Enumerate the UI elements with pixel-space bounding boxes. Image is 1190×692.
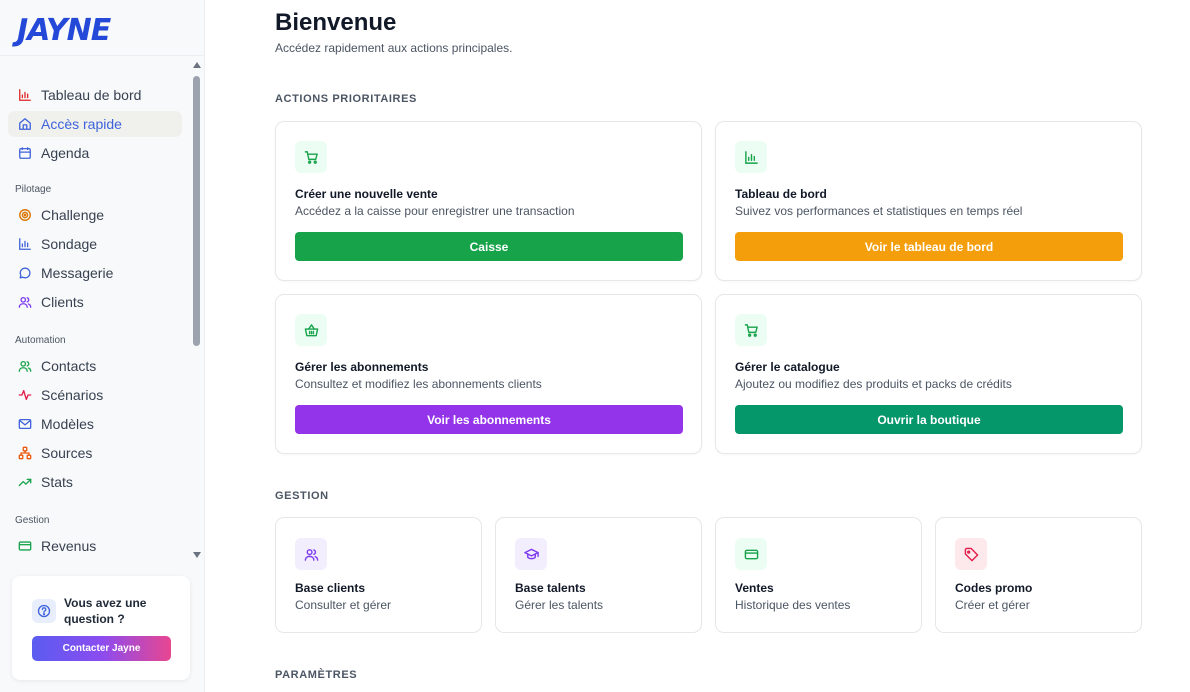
sidebar-item-label: Modèles xyxy=(41,416,94,432)
bar-chart-icon xyxy=(18,88,32,102)
open-shop-button[interactable]: Ouvrir la boutique xyxy=(735,405,1123,434)
action-card-catalogue: Gérer le catalogue Ajoutez ou modifiez d… xyxy=(715,294,1142,454)
card-title: Gérer le catalogue xyxy=(735,360,840,374)
sidebar-item-label: Messagerie xyxy=(41,265,114,281)
card-description: Ajoutez ou modifiez des produits et pack… xyxy=(735,377,1012,391)
trending-up-icon xyxy=(18,475,32,489)
section-label-gestion: Gestion xyxy=(15,515,50,526)
sidebar-item-label: Sources xyxy=(41,445,93,461)
sidebar-item-label: Scénarios xyxy=(41,387,104,403)
card-description: Consulter et gérer xyxy=(295,598,392,612)
card-title: Ventes xyxy=(735,581,774,595)
action-card-subscriptions: Gérer les abonnements Consultez et modif… xyxy=(275,294,702,454)
action-card-new-sale: Créer une nouvelle vente Accédez a la ca… xyxy=(275,121,702,281)
help-card: Vous avez une question ? Contacter Jayne xyxy=(12,576,190,680)
scroll-thumb[interactable] xyxy=(193,76,200,346)
card-ventes[interactable]: Ventes Historique des ventes xyxy=(715,517,922,633)
bar-chart-icon xyxy=(18,237,32,251)
section-title-priority: ACTIONS PRIORITAIRES xyxy=(275,93,417,105)
view-subscriptions-button[interactable]: Voir les abonnements xyxy=(295,405,683,434)
shopping-cart-icon xyxy=(295,141,327,173)
graduation-cap-icon xyxy=(515,538,547,570)
sidebar-item-scenarios[interactable]: Scénarios xyxy=(8,382,182,408)
card-title: Gérer les abonnements xyxy=(295,360,429,374)
card-title: Tableau de bord xyxy=(735,187,827,201)
section-label-pilotage: Pilotage xyxy=(15,184,52,195)
sidebar-item-sources[interactable]: Sources xyxy=(8,440,182,466)
question-circle-icon xyxy=(32,599,56,623)
action-card-dashboard: Tableau de bord Suivez vos performances … xyxy=(715,121,1142,281)
mail-icon xyxy=(18,417,32,431)
help-text: Vous avez une question ? xyxy=(64,596,147,626)
sidebar-item-label: Accès rapide xyxy=(41,116,122,132)
sidebar-item-label: Tableau de bord xyxy=(41,87,142,103)
basket-icon xyxy=(295,314,327,346)
card-title: Créer une nouvelle vente xyxy=(295,187,438,201)
view-dashboard-button[interactable]: Voir le tableau de bord xyxy=(735,232,1123,261)
card-description: Historique des ventes xyxy=(735,598,851,612)
sidebar-item-acces-rapide[interactable]: Accès rapide xyxy=(8,111,182,137)
sidebar: JAYNE Tableau de bord Accès rapide Agend… xyxy=(0,0,205,692)
contact-jayne-button[interactable]: Contacter Jayne xyxy=(32,636,171,661)
caisse-button[interactable]: Caisse xyxy=(295,232,683,261)
users-icon xyxy=(18,295,32,309)
sidebar-item-label: Clients xyxy=(41,294,84,310)
card-title: Base clients xyxy=(295,581,366,595)
logo[interactable]: JAYNE xyxy=(17,13,111,48)
bar-chart-icon xyxy=(735,141,767,173)
section-label-automation: Automation xyxy=(15,335,66,346)
section-title-parametres: PARAMÈTRES xyxy=(275,669,358,681)
sidebar-item-label: Revenus xyxy=(41,538,97,554)
sidebar-item-contacts[interactable]: Contacts xyxy=(8,353,182,379)
tag-icon xyxy=(955,538,987,570)
card-codes-promo[interactable]: Codes promo Créer et gérer xyxy=(935,517,1142,633)
card-description: Suivez vos performances et statistiques … xyxy=(735,204,1023,218)
shopping-cart-icon xyxy=(735,314,767,346)
sidebar-item-modeles[interactable]: Modèles xyxy=(8,411,182,437)
sidebar-item-label: Agenda xyxy=(41,145,90,161)
users-icon xyxy=(295,538,327,570)
sidebar-item-sondage[interactable]: Sondage xyxy=(8,231,182,257)
card-title: Codes promo xyxy=(955,581,1033,595)
card-description: Consultez et modifiez les abonnements cl… xyxy=(295,377,542,391)
app: JAYNE Tableau de bord Accès rapide Agend… xyxy=(0,0,1190,692)
section-title-gestion: GESTION xyxy=(275,490,329,502)
users-icon xyxy=(18,359,32,373)
calendar-icon xyxy=(18,146,32,160)
network-icon xyxy=(18,446,32,460)
chat-bubble-icon xyxy=(18,266,32,280)
sidebar-item-label: Sondage xyxy=(41,236,98,252)
scroll-down-arrow-icon[interactable] xyxy=(193,552,201,558)
sidebar-item-challenge[interactable]: Challenge xyxy=(8,202,182,228)
target-icon xyxy=(18,208,32,222)
card-description: Accédez a la caisse pour enregistrer une… xyxy=(295,204,575,218)
home-icon xyxy=(18,117,32,131)
sidebar-item-label: Contacts xyxy=(41,358,97,374)
divider xyxy=(0,55,204,56)
card-description: Créer et gérer xyxy=(955,598,1030,612)
sidebar-item-label: Stats xyxy=(41,474,73,490)
activity-icon xyxy=(18,388,32,402)
page-title: Bienvenue xyxy=(275,9,397,36)
sidebar-item-revenus[interactable]: Revenus xyxy=(8,533,182,559)
main-content: Bienvenue Accédez rapidement aux actions… xyxy=(205,0,1190,692)
sidebar-item-clients[interactable]: Clients xyxy=(8,289,182,315)
scroll-up-arrow-icon[interactable] xyxy=(193,62,201,68)
card-base-clients[interactable]: Base clients Consulter et gérer xyxy=(275,517,482,633)
sidebar-item-agenda[interactable]: Agenda xyxy=(8,140,182,166)
credit-card-icon xyxy=(735,538,767,570)
page-subtitle: Accédez rapidement aux actions principal… xyxy=(275,41,513,55)
sidebar-item-tableau-de-bord[interactable]: Tableau de bord xyxy=(8,82,182,108)
sidebar-item-stats[interactable]: Stats xyxy=(8,469,182,495)
sidebar-item-messagerie[interactable]: Messagerie xyxy=(8,260,182,286)
sidebar-item-label: Challenge xyxy=(41,207,105,223)
credit-card-icon xyxy=(18,539,32,553)
sidebar-scrollbar[interactable] xyxy=(192,62,202,562)
card-title: Base talents xyxy=(515,581,586,595)
card-base-talents[interactable]: Base talents Gérer les talents xyxy=(495,517,702,633)
card-description: Gérer les talents xyxy=(515,598,604,612)
